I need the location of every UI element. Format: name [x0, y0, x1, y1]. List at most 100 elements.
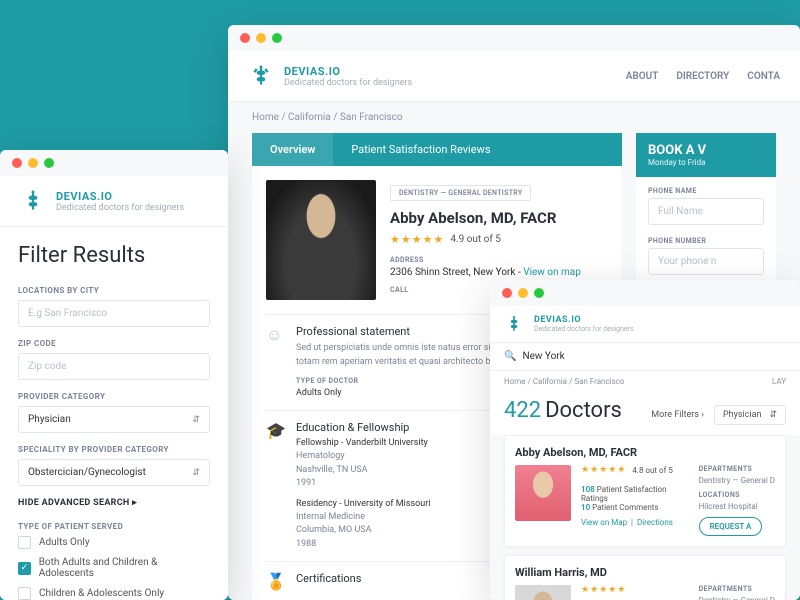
provider-label: PROVIDER CATEGORY	[18, 392, 210, 401]
brand-name: DEVIAS.IO	[534, 315, 634, 325]
checkbox-label: Both Adults and Children & Adolescents	[39, 557, 210, 579]
star-icon: ★★★★★	[581, 585, 626, 595]
checkbox-label: Adults Only	[39, 537, 90, 548]
departments-value: Dentistry — General D	[699, 596, 775, 600]
brand-name: DEVIAS.IO	[284, 65, 412, 78]
result-count-label: Doctors	[545, 398, 622, 423]
breadcrumb-city[interactable]: San Francisco	[340, 112, 403, 123]
nav-contact[interactable]: CONTA	[747, 71, 780, 82]
breadcrumb-state[interactable]: California	[288, 112, 331, 123]
category-dropdown[interactable]: Physician⇵	[714, 405, 786, 425]
locations-value: Hilcrest Hospital	[699, 502, 775, 511]
brand-tagline: Dedicated doctors for designers	[534, 325, 634, 333]
breadcrumb: Home / California / San Francisco	[504, 377, 624, 386]
search-icon: 🔍	[504, 351, 516, 362]
city-input[interactable]	[18, 300, 210, 327]
tab-reviews[interactable]: Patient Satisfaction Reviews	[333, 133, 508, 166]
caduceus-icon	[20, 188, 46, 214]
chevron-updown-icon: ⇵	[769, 410, 777, 420]
graduation-cap-icon: 🎓	[266, 421, 284, 551]
brand-tagline: Dedicated doctors for designers	[56, 203, 184, 213]
nav-about[interactable]: ABOUT	[626, 71, 659, 82]
maximize-icon[interactable]	[272, 33, 282, 43]
listing-window: DEVIAS.IO Dedicated doctors for designer…	[490, 280, 800, 600]
address-value: 2306 Shinn Street, New York -	[390, 267, 523, 278]
hide-advanced-toggle[interactable]: HIDE ADVANCED SEARCH ▸	[18, 498, 210, 508]
star-icon: ★★★★★	[390, 233, 444, 246]
ratings-count: 108	[581, 485, 595, 494]
titlebar	[228, 25, 800, 51]
close-icon[interactable]	[240, 33, 250, 43]
brand-name: DEVIAS.IO	[56, 190, 184, 203]
book-subtitle: Monday to Frida	[648, 158, 764, 167]
titlebar	[490, 280, 800, 306]
breadcrumb-home[interactable]: Home	[252, 112, 279, 123]
maximize-icon[interactable]	[534, 288, 544, 298]
avatar	[266, 180, 376, 300]
close-icon[interactable]	[12, 158, 22, 168]
minimize-icon[interactable]	[28, 158, 38, 168]
phone-name-label: PHONE NAME	[648, 187, 764, 195]
header-bar: DEVIAS.IO Dedicated doctors for designer…	[228, 51, 800, 102]
tab-overview[interactable]: Overview	[252, 133, 333, 166]
caduceus-icon	[504, 314, 524, 334]
maximize-icon[interactable]	[44, 158, 54, 168]
doctor-card[interactable]: Abby Abelson, MD, FACR ★★★★★4.8 out of 5…	[504, 435, 786, 547]
specialty-label: SPECIALITY BY PROVIDER CATEGORY	[18, 445, 210, 454]
ribbon-icon: 🏅	[266, 572, 284, 591]
comments-count: 10	[581, 503, 590, 512]
checkbox-children-only[interactable]	[18, 587, 31, 600]
minimize-icon[interactable]	[256, 33, 266, 43]
checkbox-label: Children & Adolescents Only	[39, 588, 164, 599]
search-input[interactable]: New York	[522, 351, 564, 362]
layout-label: LAY	[772, 377, 786, 386]
person-icon: ☺	[266, 325, 284, 400]
minimize-icon[interactable]	[518, 288, 528, 298]
provider-select[interactable]: Physician⇵	[18, 406, 210, 433]
chevron-updown-icon: ⇵	[192, 468, 200, 478]
phone-number-input[interactable]	[648, 248, 764, 275]
departments-value: Dentistry — General D	[699, 476, 775, 485]
header-bar: DEVIAS.IO Dedicated doctors for designer…	[490, 306, 800, 343]
doctor-name: Abby Abelson, MD, FACR	[390, 209, 608, 227]
view-on-map-link[interactable]: View on Map	[581, 518, 627, 527]
tabs: Overview Patient Satisfaction Reviews	[252, 133, 622, 166]
chevron-updown-icon: ⇵	[192, 415, 200, 425]
result-count: 422	[504, 398, 541, 423]
doctor-card[interactable]: William Harris, MD ★★★★★ DEPARTMENTS Den…	[504, 555, 786, 600]
phone-number-label: PHONE NUMBER	[648, 237, 764, 245]
zip-input[interactable]	[18, 353, 210, 380]
patient-type-label: TYPE OF PATIENT SERVED	[18, 522, 210, 531]
more-filters-link[interactable]: More Filters ›	[651, 410, 704, 420]
header-bar: DEVIAS.IO Dedicated doctors for designer…	[0, 176, 228, 227]
specialty-select[interactable]: Obstercician/Gynecologist⇵	[18, 459, 210, 486]
doctor-name: William Harris, MD	[515, 566, 775, 579]
checkbox-adults-only[interactable]	[18, 536, 31, 549]
city-label: LOCATIONS BY CITY	[18, 286, 210, 295]
departments-label: DEPARTMENTS	[699, 585, 775, 593]
checkbox-both[interactable]: ✓	[18, 562, 31, 575]
filter-title: Filter Results	[18, 243, 210, 268]
titlebar	[0, 150, 228, 176]
specialty-badge: DENTISTRY — GENERAL DENTISTRY	[390, 185, 531, 201]
filter-window: DEVIAS.IO Dedicated doctors for designer…	[0, 150, 228, 600]
directions-link[interactable]: Directions	[637, 518, 673, 527]
avatar	[515, 585, 571, 600]
book-title: BOOK A V	[648, 143, 764, 158]
close-icon[interactable]	[502, 288, 512, 298]
zip-label: ZIP CODE	[18, 339, 210, 348]
view-on-map-link[interactable]: View on map	[523, 267, 581, 278]
rating-text: 4.9 out of 5	[450, 234, 501, 245]
caduceus-icon	[248, 63, 274, 89]
avatar	[515, 465, 571, 521]
nav-directory[interactable]: DIRECTORY	[676, 71, 729, 82]
request-appointment-button[interactable]: REQUEST A	[699, 517, 763, 536]
departments-label: DEPARTMENTS	[699, 465, 775, 473]
star-icon: ★★★★★	[581, 465, 626, 475]
breadcrumb: Home / California / San Francisco	[228, 102, 800, 133]
search-bar: 🔍 New York	[490, 343, 800, 371]
doctor-name: Abby Abelson, MD, FACR	[515, 446, 775, 459]
locations-label: LOCATIONS	[699, 491, 775, 499]
address-label: ADDRESS	[390, 256, 608, 264]
phone-name-input[interactable]	[648, 198, 764, 225]
